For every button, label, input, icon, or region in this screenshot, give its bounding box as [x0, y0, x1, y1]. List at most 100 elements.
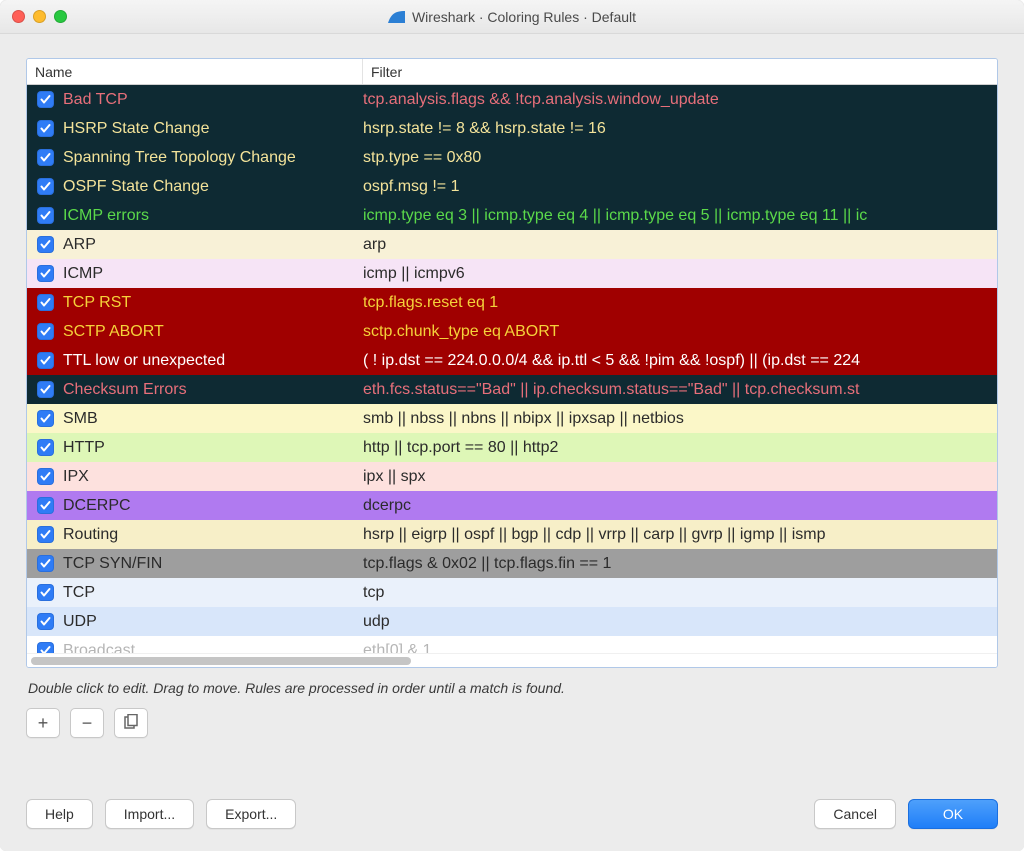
close-button[interactable]	[12, 10, 25, 23]
table-row[interactable]: ARParp	[27, 230, 997, 259]
rule-filter[interactable]: hsrp.state != 8 && hsrp.state != 16	[363, 120, 997, 138]
minimize-button[interactable]	[33, 10, 46, 23]
table-row[interactable]: DCERPCdcerpc	[27, 491, 997, 520]
row-checkbox[interactable]	[27, 526, 63, 543]
table-row[interactable]: Routinghsrp || eigrp || ospf || bgp || c…	[27, 520, 997, 549]
rule-filter[interactable]: eth[0] & 1	[363, 642, 997, 654]
row-checkbox[interactable]	[27, 265, 63, 282]
rule-name[interactable]: HTTP	[63, 439, 363, 457]
horizontal-scrollbar[interactable]	[27, 653, 997, 667]
rule-name[interactable]: ICMP errors	[63, 207, 363, 225]
rule-name[interactable]: Spanning Tree Topology Change	[63, 149, 363, 167]
table-row[interactable]: SCTP ABORTsctp.chunk_type eq ABORT	[27, 317, 997, 346]
row-checkbox[interactable]	[27, 584, 63, 601]
table-row[interactable]: Spanning Tree Topology Changestp.type ==…	[27, 143, 997, 172]
rule-filter[interactable]: http || tcp.port == 80 || http2	[363, 439, 997, 457]
rule-name[interactable]: DCERPC	[63, 497, 363, 515]
rule-name[interactable]: Bad TCP	[63, 91, 363, 109]
rule-filter[interactable]: tcp.flags & 0x02 || tcp.flags.fin == 1	[363, 555, 997, 573]
table-row[interactable]: TTL low or unexpected( ! ip.dst == 224.0…	[27, 346, 997, 375]
rule-filter[interactable]: tcp.flags.reset eq 1	[363, 294, 997, 312]
rule-name[interactable]: Broadcast	[63, 642, 363, 654]
row-checkbox[interactable]	[27, 207, 63, 224]
row-checkbox[interactable]	[27, 642, 63, 653]
rule-filter[interactable]: udp	[363, 613, 997, 631]
rule-name[interactable]: SMB	[63, 410, 363, 428]
row-checkbox[interactable]	[27, 91, 63, 108]
rule-filter[interactable]: tcp.analysis.flags && !tcp.analysis.wind…	[363, 91, 997, 109]
table-row[interactable]: TCP SYN/FINtcp.flags & 0x02 || tcp.flags…	[27, 549, 997, 578]
row-checkbox[interactable]	[27, 381, 63, 398]
rule-filter[interactable]: sctp.chunk_type eq ABORT	[363, 323, 997, 341]
rule-name[interactable]: ICMP	[63, 265, 363, 283]
add-button[interactable]: +	[26, 708, 60, 738]
rule-filter[interactable]: eth.fcs.status=="Bad" || ip.checksum.sta…	[363, 381, 997, 399]
table-row[interactable]: Broadcasteth[0] & 1	[27, 636, 997, 653]
row-checkbox[interactable]	[27, 120, 63, 137]
row-checkbox[interactable]	[27, 323, 63, 340]
checkbox-checked-icon	[37, 178, 54, 195]
table-row[interactable]: TCP RSTtcp.flags.reset eq 1	[27, 288, 997, 317]
row-checkbox[interactable]	[27, 149, 63, 166]
rule-name[interactable]: SCTP ABORT	[63, 323, 363, 341]
row-checkbox[interactable]	[27, 439, 63, 456]
rule-filter[interactable]: ipx || spx	[363, 468, 997, 486]
rule-name[interactable]: Checksum Errors	[63, 381, 363, 399]
rules-list[interactable]: Name Filter Bad TCPtcp.analysis.flags &&…	[26, 58, 998, 668]
row-checkbox[interactable]	[27, 555, 63, 572]
rule-filter[interactable]: icmp.type eq 3 || icmp.type eq 4 || icmp…	[363, 207, 997, 225]
table-row[interactable]: ICMPicmp || icmpv6	[27, 259, 997, 288]
rule-name[interactable]: Routing	[63, 526, 363, 544]
checkbox-checked-icon	[37, 613, 54, 630]
import-button[interactable]: Import...	[105, 799, 194, 829]
row-checkbox[interactable]	[27, 497, 63, 514]
rule-filter[interactable]: smb || nbss || nbns || nbipx || ipxsap |…	[363, 410, 997, 428]
rule-filter[interactable]: stp.type == 0x80	[363, 149, 997, 167]
row-checkbox[interactable]	[27, 410, 63, 427]
table-row[interactable]: HTTPhttp || tcp.port == 80 || http2	[27, 433, 997, 462]
table-row[interactable]: IPXipx || spx	[27, 462, 997, 491]
rule-name[interactable]: HSRP State Change	[63, 120, 363, 138]
rule-filter[interactable]: hsrp || eigrp || ospf || bgp || cdp || v…	[363, 526, 997, 544]
col-header-name[interactable]: Name	[27, 59, 363, 84]
table-row[interactable]: ICMP errorsicmp.type eq 3 || icmp.type e…	[27, 201, 997, 230]
table-row[interactable]: Bad TCPtcp.analysis.flags && !tcp.analys…	[27, 85, 997, 114]
row-checkbox[interactable]	[27, 352, 63, 369]
rule-name[interactable]: TCP SYN/FIN	[63, 555, 363, 573]
rule-name[interactable]: OSPF State Change	[63, 178, 363, 196]
row-checkbox[interactable]	[27, 178, 63, 195]
table-row[interactable]: Checksum Errorseth.fcs.status=="Bad" || …	[27, 375, 997, 404]
cancel-button[interactable]: Cancel	[814, 799, 896, 829]
checkbox-checked-icon	[37, 207, 54, 224]
scrollbar-thumb[interactable]	[31, 657, 411, 665]
table-row[interactable]: HSRP State Changehsrp.state != 8 && hsrp…	[27, 114, 997, 143]
table-row[interactable]: TCPtcp	[27, 578, 997, 607]
row-checkbox[interactable]	[27, 236, 63, 253]
help-button[interactable]: Help	[26, 799, 93, 829]
rule-name[interactable]: TCP	[63, 584, 363, 602]
checkbox-checked-icon	[37, 323, 54, 340]
rule-filter[interactable]: dcerpc	[363, 497, 997, 515]
copy-button[interactable]	[114, 708, 148, 738]
row-checkbox[interactable]	[27, 613, 63, 630]
table-row[interactable]: UDPudp	[27, 607, 997, 636]
remove-button[interactable]: −	[70, 708, 104, 738]
zoom-button[interactable]	[54, 10, 67, 23]
rule-name[interactable]: ARP	[63, 236, 363, 254]
rule-filter[interactable]: tcp	[363, 584, 997, 602]
rule-name[interactable]: TTL low or unexpected	[63, 352, 363, 370]
export-button[interactable]: Export...	[206, 799, 296, 829]
rule-name[interactable]: TCP RST	[63, 294, 363, 312]
table-row[interactable]: OSPF State Changeospf.msg != 1	[27, 172, 997, 201]
table-row[interactable]: SMBsmb || nbss || nbns || nbipx || ipxsa…	[27, 404, 997, 433]
rule-name[interactable]: IPX	[63, 468, 363, 486]
col-header-filter[interactable]: Filter	[363, 59, 997, 84]
rule-name[interactable]: UDP	[63, 613, 363, 631]
row-checkbox[interactable]	[27, 294, 63, 311]
rule-filter[interactable]: ( ! ip.dst == 224.0.0.0/4 && ip.ttl < 5 …	[363, 352, 997, 370]
rule-filter[interactable]: arp	[363, 236, 997, 254]
ok-button[interactable]: OK	[908, 799, 998, 829]
rule-filter[interactable]: ospf.msg != 1	[363, 178, 997, 196]
row-checkbox[interactable]	[27, 468, 63, 485]
rule-filter[interactable]: icmp || icmpv6	[363, 265, 997, 283]
